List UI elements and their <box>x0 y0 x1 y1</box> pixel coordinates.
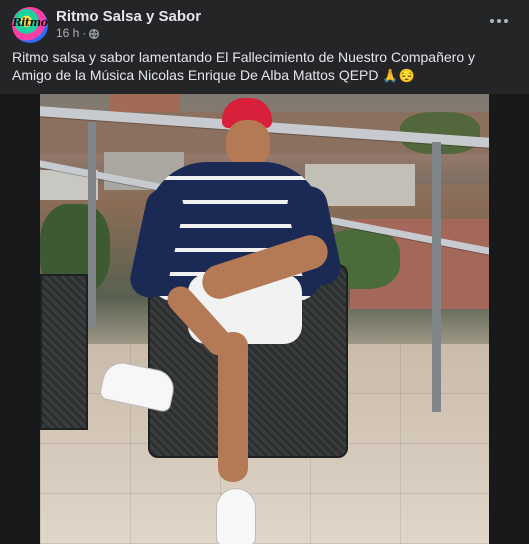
post-meta: 16 h · <box>56 26 100 40</box>
globe-icon[interactable] <box>89 28 100 39</box>
post-time[interactable]: 16 h <box>56 26 79 40</box>
post-photo-container <box>0 94 529 544</box>
post-caption: Ritmo salsa y sabor lamentando El Fallec… <box>12 48 517 85</box>
page-name-link[interactable]: Ritmo Salsa y Sabor <box>56 8 201 25</box>
post-header: Ritmo Ritmo Salsa y Sabor 16 h · <box>0 0 529 44</box>
white-sneaker <box>216 488 256 544</box>
page-avatar[interactable]: Ritmo <box>12 7 48 43</box>
meta-separator: · <box>82 26 87 40</box>
more-horizontal-icon[interactable] <box>487 12 511 30</box>
avatar-logo-text: Ritmo <box>12 16 48 29</box>
caption-emoji: 🙏😔 <box>382 68 415 83</box>
left-chair <box>40 274 88 430</box>
post-photo[interactable] <box>40 94 489 544</box>
